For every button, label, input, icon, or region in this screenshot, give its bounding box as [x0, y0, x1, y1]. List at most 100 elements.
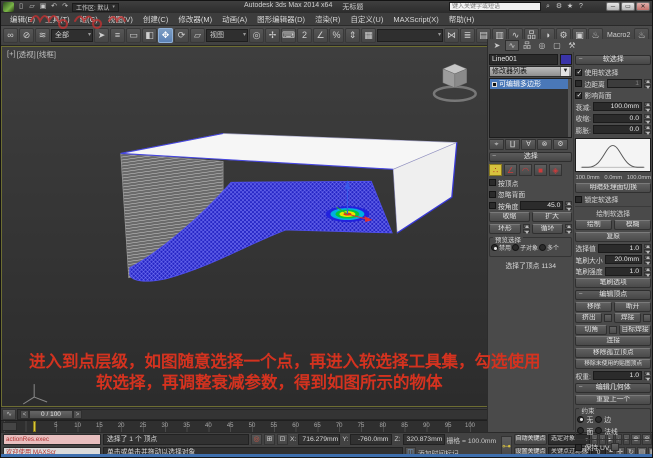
rollout-soft-selection[interactable]: 软选择 — [575, 55, 651, 65]
help-icon[interactable]: ? — [576, 2, 586, 11]
stack-scrollbar[interactable] — [568, 79, 571, 137]
angle-snap-button[interactable]: ∠ — [313, 28, 328, 43]
save-file-button[interactable]: ▣ — [38, 2, 48, 12]
named-selection-dropdown[interactable] — [377, 29, 443, 42]
unlink-selection-button[interactable]: ⊘ — [19, 28, 34, 43]
modifier-stack[interactable]: 可编辑多边形 — [489, 78, 572, 138]
selection-region-button[interactable]: ▭ — [126, 28, 141, 43]
viewport-view-label[interactable]: [透视] — [17, 49, 36, 60]
y-coordinate-field[interactable]: -760.0mm — [350, 434, 392, 445]
preview-subobj-radio[interactable] — [512, 244, 519, 251]
configure-modifier-sets-button[interactable]: ⚙ — [553, 139, 568, 150]
shaded-face-toggle-button[interactable]: 明暗处理面切换 — [575, 183, 651, 193]
grow-button[interactable]: 扩大 — [532, 212, 573, 222]
element-subobject-button[interactable]: ◈ — [549, 164, 562, 176]
ring-spinner[interactable] — [523, 224, 530, 233]
menu-rendering[interactable]: 渲染(R) — [310, 14, 345, 25]
brush-options-button[interactable]: 笔刷选项 — [575, 278, 651, 288]
percent-snap-button[interactable]: % — [329, 28, 344, 43]
viewport-shading-label[interactable]: [线框] — [37, 49, 56, 60]
new-scene-button[interactable]: ▯ — [16, 2, 26, 12]
macro-label[interactable]: Macro2 — [604, 32, 633, 39]
undo-button[interactable]: ↶ — [49, 2, 59, 12]
object-color-swatch[interactable] — [560, 54, 572, 65]
workspace-dropdown[interactable]: 工作区: 默认 ▾ — [72, 3, 119, 12]
constraint-none-radio[interactable] — [577, 416, 584, 423]
absolute-mode-toggle[interactable]: ⊡ — [277, 434, 288, 445]
revert-button[interactable]: 复原 — [575, 232, 651, 242]
weight-field[interactable]: 1.0 — [593, 371, 642, 380]
paint-button[interactable]: 绘制 — [575, 220, 612, 230]
search-button[interactable]: ⌕ — [543, 2, 553, 11]
use-soft-selection-checkbox[interactable] — [575, 69, 582, 76]
repeat-last-button[interactable]: 重复上一个 — [575, 395, 651, 405]
rollout-edit-vertices[interactable]: 编辑顶点 — [575, 290, 651, 300]
pinch-spinner[interactable] — [644, 114, 651, 123]
open-file-button[interactable]: ▱ — [27, 2, 37, 12]
edge-distance-checkbox[interactable] — [575, 80, 582, 87]
align-button[interactable]: ≣ — [460, 28, 475, 43]
tab-modify[interactable]: ∿ — [505, 40, 519, 51]
edge-subobject-button[interactable]: ∠ — [504, 164, 517, 176]
viewport-scene[interactable] — [2, 47, 488, 406]
select-and-move-button[interactable]: ✥ — [158, 28, 173, 43]
maxscript-listener-line1[interactable]: actionRes.exec — [3, 434, 101, 445]
polygon-subobject-button[interactable]: ■ — [534, 164, 547, 176]
weld-button[interactable]: 焊接 — [614, 313, 641, 323]
favorites-star-icon[interactable]: ★ — [565, 2, 575, 11]
preview-multi-radio[interactable] — [539, 244, 546, 251]
chamfer-settings-button[interactable] — [609, 326, 617, 334]
tab-hierarchy[interactable]: 品 — [520, 40, 534, 51]
tab-display[interactable]: ▢ — [550, 40, 564, 51]
connect-button[interactable]: 连接 — [575, 336, 651, 346]
menu-edit[interactable]: 编辑(E) — [5, 14, 40, 25]
menu-modifiers[interactable]: 修改器(M) — [173, 14, 217, 25]
selection-value-spinner[interactable] — [644, 244, 651, 253]
menu-customize[interactable]: 自定义(U) — [345, 14, 388, 25]
x-coordinate-field[interactable]: 716.279mm — [298, 434, 340, 445]
loop-spinner[interactable] — [565, 224, 572, 233]
extrude-settings-button[interactable] — [604, 314, 612, 322]
angle-field[interactable]: 45.0 — [520, 201, 563, 210]
weld-settings-button[interactable] — [643, 314, 651, 322]
minimize-button[interactable]: ─ — [606, 2, 620, 11]
keyboard-override-button[interactable]: ⌨ — [281, 28, 296, 43]
spinner-snap-button[interactable]: ⇕ — [345, 28, 360, 43]
bubble-field[interactable]: 0.0 — [593, 125, 642, 134]
modifier-list-dropdown[interactable]: 修改器列表 ▼ — [489, 66, 572, 77]
break-button[interactable]: 断开 — [614, 302, 651, 312]
menu-tools[interactable]: 工具(T) — [40, 14, 75, 25]
menu-help[interactable]: 帮助(H) — [444, 14, 479, 25]
bubble-spinner[interactable] — [644, 125, 651, 134]
edge-distance-spinner[interactable] — [644, 79, 651, 88]
z-coordinate-field[interactable]: 320.873mm — [403, 434, 445, 445]
window-crossing-button[interactable]: ◧ — [142, 28, 157, 43]
mirror-button[interactable]: ⋈ — [444, 28, 459, 43]
use-pivot-center-button[interactable]: ◎ — [249, 28, 264, 43]
affect-backfacing-checkbox[interactable] — [575, 92, 582, 99]
object-name-field[interactable]: Line001 — [489, 54, 558, 65]
track-bar-filter-button[interactable] — [2, 422, 17, 431]
target-weld-button[interactable]: 目标焊接 — [619, 325, 651, 335]
time-slider-track[interactable]: < 0 / 100 > — [17, 409, 488, 420]
extrude-button[interactable]: 挤出 — [575, 313, 602, 323]
blur-button[interactable]: 模糊 — [614, 220, 651, 230]
edge-distance-field[interactable]: 1 — [607, 79, 642, 88]
preserve-uv-settings-button[interactable] — [611, 443, 619, 451]
ring-button[interactable]: 环形 — [489, 224, 521, 234]
menu-views[interactable]: 视图(V) — [103, 14, 138, 25]
redo-button[interactable]: ↷ — [60, 2, 70, 12]
menu-create[interactable]: 创建(C) — [138, 14, 173, 25]
set-keys-button[interactable]: ⊶ — [501, 436, 512, 456]
remove-unused-map-verts-button[interactable]: 移除未使用的贴图顶点 — [575, 359, 651, 369]
lock-selection-toggle[interactable]: ⊞ — [264, 434, 275, 445]
select-and-scale-button[interactable]: ▱ — [190, 28, 205, 43]
constraint-edge-radio[interactable] — [595, 416, 602, 423]
menu-graph-editors[interactable]: 图形编辑器(D) — [252, 14, 310, 25]
previous-frame-arrow[interactable]: < — [20, 410, 29, 419]
select-object-button[interactable]: ➤ — [94, 28, 109, 43]
falloff-spinner[interactable] — [644, 102, 651, 111]
angle-spinner[interactable] — [565, 201, 572, 210]
pinch-field[interactable]: 0.0 — [593, 114, 642, 123]
tab-utilities[interactable]: ⚒ — [565, 40, 579, 51]
